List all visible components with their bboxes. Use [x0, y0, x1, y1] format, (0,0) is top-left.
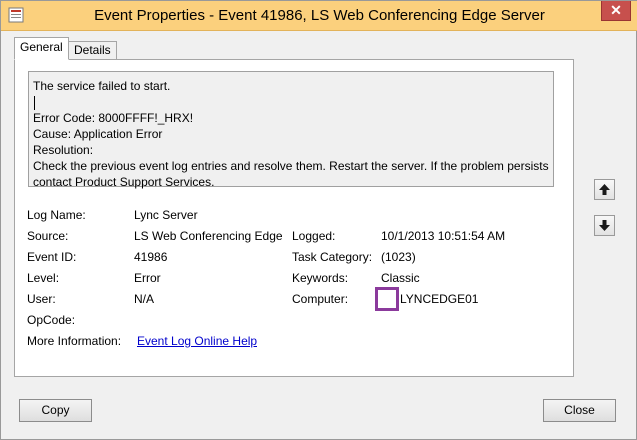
log-name-label: Log Name:: [27, 208, 86, 222]
source-label: Source:: [27, 229, 69, 243]
close-window-button[interactable]: ✕: [601, 1, 631, 21]
level-label: Level:: [27, 271, 60, 285]
copy-button[interactable]: Copy: [19, 399, 92, 422]
source-value: LS Web Conferencing Edge S: [134, 229, 283, 243]
highlight-box: [375, 287, 399, 311]
message-line: The service failed to start.: [33, 79, 171, 93]
computer-value: LYNCEDGE01: [400, 292, 479, 306]
arrow-up-icon: [599, 184, 610, 195]
opcode-label: OpCode:: [27, 313, 76, 327]
message-line-caret: [33, 94, 549, 110]
task-category-value: (1023): [381, 250, 416, 264]
more-info-label: More Information:: [27, 334, 122, 348]
message-line: Resolution:: [33, 143, 94, 157]
general-tab-panel: The service failed to start. Error Code:…: [14, 59, 574, 377]
task-category-label: Task Category:: [292, 250, 373, 264]
logged-value: 10/1/2013 10:51:54 AM: [381, 229, 506, 243]
text-caret: [34, 95, 35, 110]
message-line: contact Product Support Services.: [33, 175, 215, 189]
next-event-button[interactable]: [594, 215, 615, 236]
tab-general[interactable]: General: [14, 37, 69, 60]
event-properties-window: Event Properties - Event 41986, LS Web C…: [0, 0, 637, 440]
event-id-label: Event ID:: [27, 250, 77, 264]
keywords-label: Keywords:: [292, 271, 349, 285]
event-log-help-link[interactable]: Event Log Online Help: [137, 333, 257, 349]
close-icon: ✕: [610, 2, 622, 18]
log-name-value: Lync Server: [134, 208, 198, 222]
message-line: Cause: Application Error: [33, 127, 163, 141]
tab-details[interactable]: Details: [68, 41, 117, 60]
window-title: Event Properties - Event 41986, LS Web C…: [94, 7, 545, 24]
event-id-value: 41986: [134, 250, 168, 264]
event-message-box[interactable]: The service failed to start. Error Code:…: [28, 71, 554, 189]
previous-event-button[interactable]: [594, 179, 615, 200]
close-button[interactable]: Close: [543, 399, 616, 422]
message-line: Error Code: 8000FFFF!_HRX!: [33, 111, 194, 125]
title-bar[interactable]: Event Properties - Event 41986, LS Web C…: [1, 1, 637, 31]
user-value: N/A: [134, 292, 155, 306]
arrow-down-icon: [599, 220, 610, 231]
level-value: Error: [134, 271, 161, 285]
keywords-value: Classic: [381, 271, 420, 285]
user-label: User:: [27, 292, 56, 306]
logged-label: Logged:: [292, 229, 336, 243]
message-line: Check the previous event log entries and…: [33, 159, 549, 173]
event-viewer-icon: [8, 7, 24, 23]
computer-label: Computer:: [292, 292, 349, 306]
